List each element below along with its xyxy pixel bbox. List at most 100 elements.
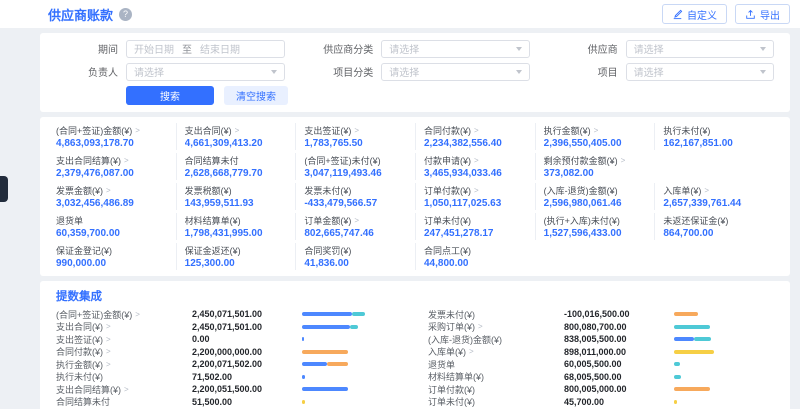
metric-value: 71,502.00 — [192, 372, 302, 382]
metric-label[interactable]: 支出合同(¥)> — [185, 124, 288, 137]
metric-bar — [302, 375, 402, 379]
chevron-right-icon: > — [354, 126, 359, 135]
metric-bar — [674, 400, 774, 404]
metric-label[interactable]: 支出合同结算(¥)> — [56, 154, 168, 167]
metric-bar — [302, 387, 402, 391]
metric-label[interactable]: 发票金额(¥)> — [56, 184, 168, 197]
metric-item: 合同点工(¥)44,800.00 — [415, 243, 535, 270]
metric-label: 发票未付(¥) — [304, 184, 407, 197]
group-metric-right: 订单付款(¥)800,005,000.00 — [428, 383, 774, 396]
group-metric-left: 合同结算未付51,500.00 — [56, 395, 402, 408]
group-metric-right: 采购订单(¥)>800,080,700.00 — [428, 320, 774, 333]
search-button[interactable]: 搜索 — [126, 86, 214, 105]
metric-value: 1,798,431,995.00 — [185, 228, 288, 239]
metric-value: -100,016,500.00 — [564, 309, 674, 319]
filter-actions: 搜索 清空搜索 — [56, 86, 774, 105]
metric-value: 2,200,071,502.00 — [192, 359, 302, 369]
group-row: (合同+签证)金额(¥)>2,450,071,501.00发票未付(¥)-100… — [56, 308, 774, 321]
metric-value: 2,234,382,556.40 — [424, 138, 527, 149]
metric-value: 51,500.00 — [192, 397, 302, 407]
project-select[interactable]: 请选择 — [626, 63, 774, 81]
date-range-input[interactable]: 开始日期至结束日期 — [126, 40, 285, 58]
metric-label[interactable]: 支出签证(¥)> — [56, 333, 192, 346]
metric-label: 保证金登记(¥) — [56, 244, 168, 257]
metric-value: 2,628,668,779.70 — [185, 168, 288, 179]
metric-item: 剩余预付款金额(¥)>373,082.00 — [535, 153, 655, 180]
metric-label: (入库-退货)金额(¥) — [544, 184, 647, 197]
metric-label[interactable]: 入库单(¥)> — [663, 184, 766, 197]
group-row: 支出签证(¥)>0.00(入库-退货)金额(¥)838,005,500.00 — [56, 333, 774, 346]
metric-label[interactable]: 支出合同(¥)> — [56, 320, 192, 333]
metric-value: 247,451,278.17 — [424, 228, 527, 239]
metric-item: 订单付款(¥)>1,050,117,025.63 — [415, 183, 535, 210]
metric-bar — [302, 400, 402, 404]
supplier-group-panel: 提数集成 (合同+签证)金额(¥)>2,450,071,501.00发票未付(¥… — [40, 281, 790, 409]
metric-bar — [674, 350, 774, 354]
bar-segment — [352, 312, 365, 316]
project-category-select[interactable]: 请选择 — [381, 63, 529, 81]
metric-label: 发票税额(¥) — [185, 184, 288, 197]
metric-item: 执行未付(¥)162,167,851.00 — [654, 123, 774, 150]
summary-row: 退货单60,359,700.00材料结算单(¥)1,798,431,995.00… — [56, 213, 774, 240]
bar-segment — [302, 337, 304, 341]
metric-label[interactable]: 付款申请(¥)> — [424, 154, 527, 167]
supplier-category-select[interactable]: 请选择 — [381, 40, 529, 58]
metric-label: (合同+签证)未付(¥) — [304, 154, 407, 167]
metric-label: 执行未付(¥) — [663, 124, 766, 137]
group-name-link[interactable]: 提数集成 — [56, 288, 102, 304]
metric-item: (合同+签证)未付(¥)3,047,119,493.46 — [295, 153, 415, 180]
group-rows: (合同+签证)金额(¥)>2,450,071,501.00发票未付(¥)-100… — [56, 308, 774, 409]
metric-label[interactable]: 支出签证(¥)> — [304, 124, 407, 137]
summary-row: 保证金登记(¥)990,000.00保证金返还(¥)125,300.00合同奖罚… — [56, 243, 774, 270]
metric-label: 材料结算单(¥) — [185, 214, 288, 227]
metric-label[interactable]: (合同+签证)金额(¥)> — [56, 308, 192, 321]
chevron-right-icon: > — [474, 186, 479, 195]
title-wrap: 供应商账款 ? — [48, 5, 132, 24]
metric-value: 0.00 — [192, 334, 302, 344]
chevron-right-icon: > — [106, 335, 111, 344]
metric-label[interactable]: 支出合同结算(¥)> — [56, 383, 192, 396]
metric-item: 材料结算单(¥)1,798,431,995.00 — [176, 213, 296, 240]
date-separator: 至 — [182, 41, 192, 56]
metric-value: 2,450,071,501.00 — [192, 309, 302, 319]
customize-button[interactable]: 自定义 — [662, 4, 727, 24]
export-button[interactable]: 导出 — [735, 4, 790, 24]
metric-label[interactable]: 执行金额(¥)> — [56, 358, 192, 371]
metric-value: 2,379,476,087.00 — [56, 168, 168, 179]
metric-label[interactable]: 合同付款(¥)> — [424, 124, 527, 137]
metric-label: 合同结算未付 — [56, 395, 192, 408]
help-icon[interactable]: ? — [119, 8, 132, 21]
start-date-placeholder: 开始日期 — [134, 41, 174, 56]
metric-label[interactable]: 入库单(¥)> — [428, 345, 564, 358]
bar-segment — [674, 375, 681, 379]
chevron-right-icon: > — [106, 360, 111, 369]
metric-value: 2,450,071,501.00 — [192, 322, 302, 332]
group-metric-left: 支出合同结算(¥)>2,200,051,500.00 — [56, 383, 402, 396]
summary-row: (合同+签证)金额(¥)>4,863,093,178.70支出合同(¥)>4,6… — [56, 123, 774, 150]
group-metric-left: 执行金额(¥)>2,200,071,502.00 — [56, 358, 402, 371]
filter-panel: 期间开始日期至结束日期供应商分类请选择供应商请选择负责人请选择项目分类请选择项目… — [40, 33, 790, 112]
group-row: 合同付款(¥)>2,200,000,000.00入库单(¥)>898,011,0… — [56, 346, 774, 359]
metric-label[interactable]: 采购订单(¥)> — [428, 320, 564, 333]
metric-value: 990,000.00 — [56, 258, 168, 269]
group-metric-left: (合同+签证)金额(¥)>2,450,071,501.00 — [56, 308, 402, 321]
metric-label[interactable]: 订单付款(¥)> — [424, 184, 527, 197]
metric-label[interactable]: 合同付款(¥)> — [56, 345, 192, 358]
sidebar-expand-handle[interactable] — [0, 176, 8, 202]
supplier-select[interactable]: 请选择 — [626, 40, 774, 58]
metric-label[interactable]: (合同+签证)金额(¥)> — [56, 124, 168, 137]
clear-search-button[interactable]: 清空搜索 — [224, 86, 288, 105]
metric-item: 发票未付(¥)-433,479,566.57 — [295, 183, 415, 210]
metric-label: (执行+入库)未付(¥) — [544, 214, 647, 227]
chevron-right-icon: > — [478, 322, 483, 331]
metric-label: 合同奖罚(¥) — [304, 244, 407, 257]
metric-item: 订单金额(¥)>802,665,747.46 — [295, 213, 415, 240]
owner-select[interactable]: 请选择 — [126, 63, 285, 81]
metric-item: 支出签证(¥)>1,783,765.50 — [295, 123, 415, 150]
group-metric-right: 入库单(¥)>898,011,000.00 — [428, 345, 774, 358]
metric-label[interactable]: 执行金额(¥)> — [544, 124, 647, 137]
metric-label[interactable]: 订单金额(¥)> — [304, 214, 407, 227]
metric-item: 发票税额(¥)143,959,511.93 — [176, 183, 296, 210]
metric-label: 合同结算未付 — [185, 154, 288, 167]
metric-label[interactable]: 剩余预付款金额(¥)> — [544, 154, 647, 167]
